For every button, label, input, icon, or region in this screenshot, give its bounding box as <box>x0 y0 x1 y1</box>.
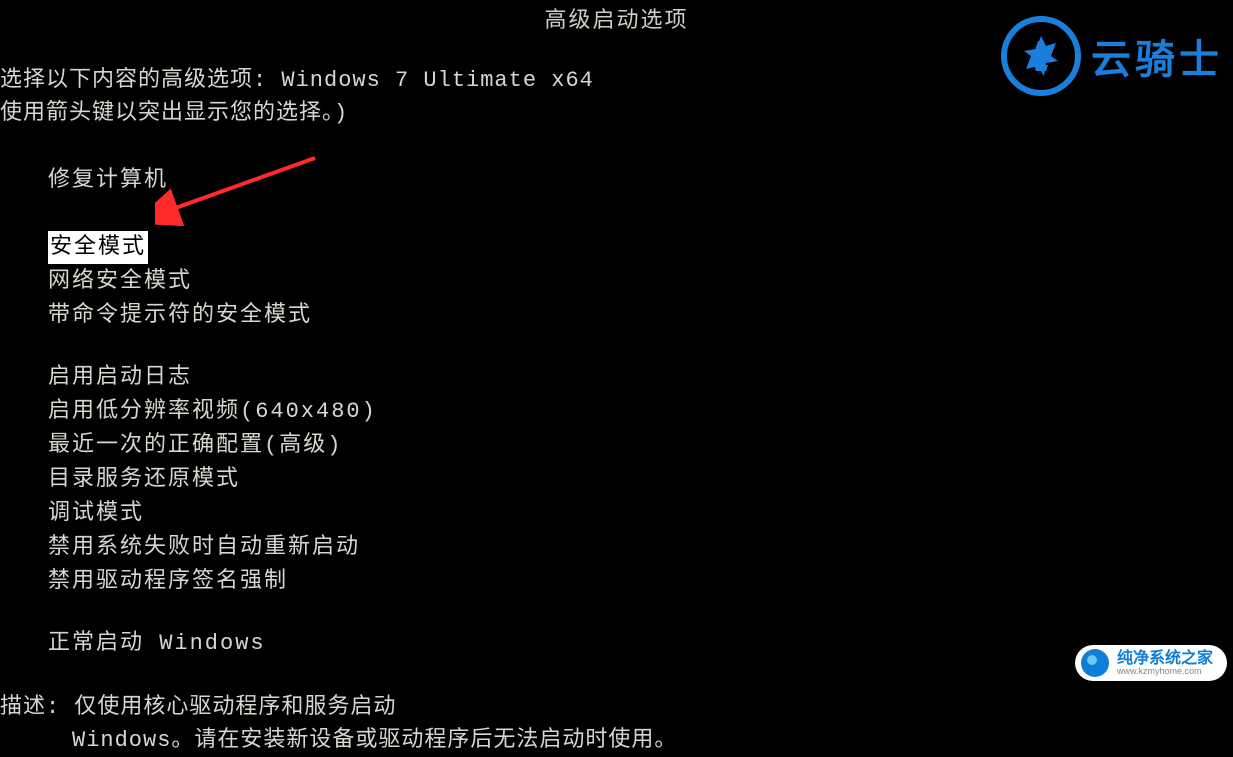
description-line1: 仅使用核心驱动程序和服务启动 <box>74 695 396 720</box>
menu-item-safe-mode[interactable]: 安全模式 <box>48 231 1233 264</box>
boot-menu: 安全模式 网络安全模式 带命令提示符的安全模式 启用启动日志 启用低分辨率视频(… <box>0 197 1233 660</box>
menu-item-normal-boot[interactable]: 正常启动 Windows <box>48 627 1233 660</box>
knight-logo-icon <box>1001 16 1081 96</box>
menu-item-safe-mode-cmd[interactable]: 带命令提示符的安全模式 <box>48 299 1233 332</box>
menu-item-low-res[interactable]: 启用低分辨率视频(640x480) <box>48 395 1233 428</box>
selected-option: 安全模式 <box>48 231 148 264</box>
menu-item-debug[interactable]: 调试模式 <box>48 497 1233 530</box>
menu-item-safe-mode-network[interactable]: 网络安全模式 <box>48 265 1233 298</box>
menu-item-last-known[interactable]: 最近一次的正确配置(高级) <box>48 429 1233 462</box>
watermark-bottom-url: www.kzmyhome.com <box>1117 667 1213 676</box>
prompt-line-2: 使用箭头键以突出显示您的选择。) <box>0 97 1233 130</box>
content-area: 选择以下内容的高级选项: Windows 7 Ultimate x64 使用箭头… <box>0 34 1233 757</box>
menu-item-ds-restore[interactable]: 目录服务还原模式 <box>48 463 1233 496</box>
menu-item-boot-log[interactable]: 启用启动日志 <box>48 361 1233 394</box>
watermark-bottom-logo-icon <box>1081 649 1109 677</box>
watermark-bottom-name: 纯净系统之家 <box>1117 651 1213 667</box>
menu-item-repair[interactable]: 修复计算机 <box>0 164 1233 197</box>
menu-item-disable-driver-sig[interactable]: 禁用驱动程序签名强制 <box>48 565 1233 598</box>
watermark-top-text: 云骑士 <box>1091 27 1223 85</box>
description-label: 描述: <box>0 695 60 720</box>
watermark-bottom: 纯净系统之家 www.kzmyhome.com <box>1075 645 1227 681</box>
description: 描述: 仅使用核心驱动程序和服务启动 Windows。请在安装新设备或驱动程序后… <box>0 661 1233 757</box>
watermark-top: 云骑士 <box>1001 16 1223 96</box>
menu-item-disable-auto-restart[interactable]: 禁用系统失败时自动重新启动 <box>48 531 1233 564</box>
description-line2: Windows。请在安装新设备或驱动程序后无法启动时使用。 <box>0 724 1233 757</box>
